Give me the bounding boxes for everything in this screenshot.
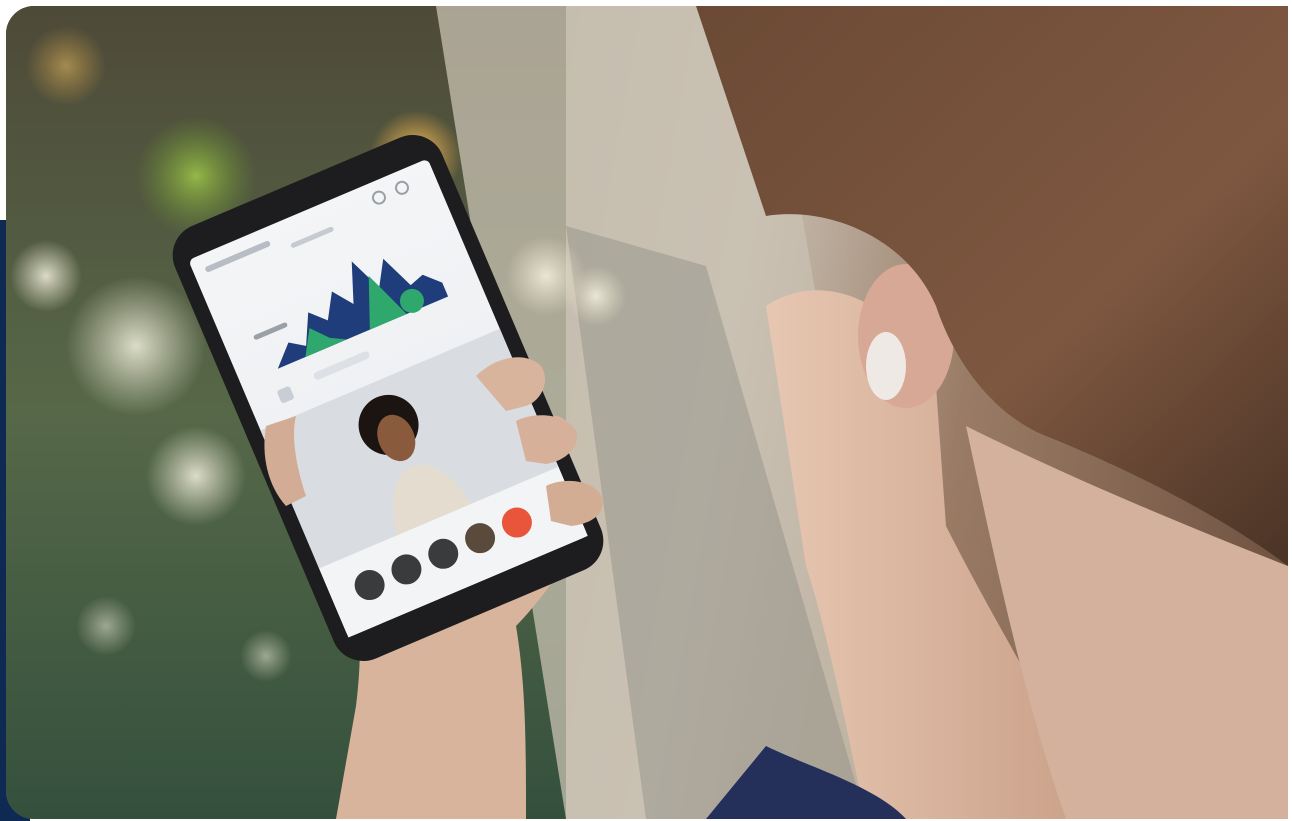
image-frame (0, 0, 1292, 821)
bokeh-light (66, 276, 206, 416)
earbud-icon (866, 332, 906, 400)
bokeh-light (76, 596, 136, 656)
photo-person-using-phone (6, 6, 1288, 819)
bokeh-light (10, 240, 82, 312)
photo-illustration (6, 6, 1288, 819)
bokeh-light (146, 426, 246, 526)
bokeh-light (26, 26, 106, 106)
bokeh-light (566, 266, 626, 326)
bokeh-light (240, 630, 292, 682)
